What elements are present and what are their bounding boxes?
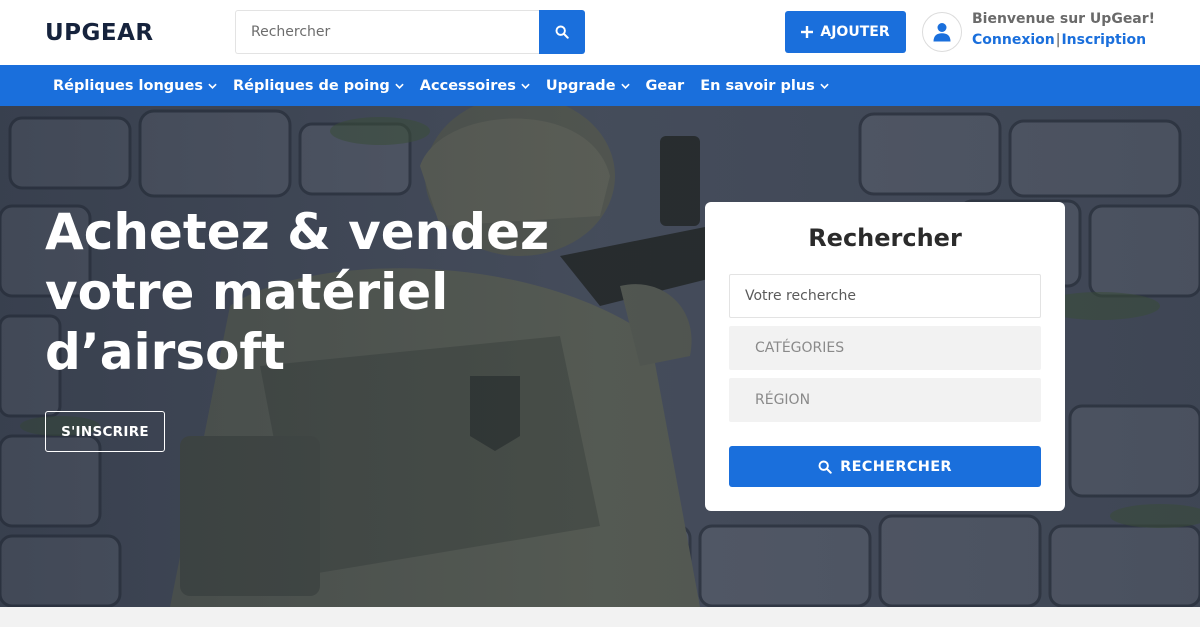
hero-title-line-2: votre matériel xyxy=(45,263,449,321)
nav-item-accessoires[interactable]: Accessoires xyxy=(420,78,530,94)
hero-title-line-3: d’airsoft xyxy=(45,323,286,381)
add-listing-label: AJOUTER xyxy=(820,24,890,40)
category-select-label: CATÉGORIES xyxy=(755,340,845,356)
nav-item-label: Répliques de poing xyxy=(232,77,390,94)
user-avatar[interactable] xyxy=(922,12,962,52)
chevron-down-icon xyxy=(521,83,530,89)
nav-item-repliques-de-poing[interactable]: Répliques de poing xyxy=(233,78,404,94)
search-icon xyxy=(818,460,832,474)
logo-text: UPGEAR xyxy=(45,20,154,46)
nav-item-label: Accessoires xyxy=(419,77,516,94)
auth-links: Connexion | Inscription xyxy=(972,32,1146,48)
nav-item-label: En savoir plus xyxy=(700,77,815,94)
user-icon xyxy=(933,23,951,42)
chevron-down-icon xyxy=(620,83,630,89)
nav-item-label: Répliques longues xyxy=(53,77,203,94)
nav-item-gear[interactable]: Gear xyxy=(646,78,685,94)
hero-title: Achetez & vendez votre matériel d’airsof… xyxy=(45,202,645,382)
category-select[interactable]: CATÉGORIES xyxy=(729,326,1041,370)
chevron-down-icon xyxy=(820,83,829,89)
main-nav: Répliques longues Répliques de poing Acc… xyxy=(0,65,1200,106)
hero-section: Achetez & vendez votre matériel d’airsof… xyxy=(0,106,1200,607)
plus-icon xyxy=(801,26,814,38)
chevron-down-icon xyxy=(395,83,404,89)
welcome-text: Bienvenue sur UpGear! xyxy=(972,11,1156,27)
nav-item-en-savoir-plus[interactable]: En savoir plus xyxy=(700,78,829,94)
header-search xyxy=(235,10,585,54)
search-submit-label: RECHERCHER xyxy=(840,458,952,475)
search-submit-button[interactable]: RECHERCHER xyxy=(729,446,1041,487)
search-icon xyxy=(555,25,569,39)
region-select-label: RÉGION xyxy=(755,392,811,408)
auth-separator: | xyxy=(1055,32,1061,48)
header-search-input[interactable] xyxy=(235,10,539,54)
nav-item-label: Upgrade xyxy=(545,77,616,94)
nav-item-repliques-longues[interactable]: Répliques longues xyxy=(53,78,217,94)
site-logo[interactable]: UPGEAR xyxy=(45,20,154,46)
chevron-down-icon xyxy=(208,83,217,89)
region-select[interactable]: RÉGION xyxy=(729,378,1041,422)
site-header: UPGEAR AJOUTER Bienvenue sur UpGear! Con… xyxy=(0,0,1200,65)
hero-signup-button[interactable]: S'INSCRIRE xyxy=(45,411,165,452)
hero-title-line-1: Achetez & vendez xyxy=(45,203,550,261)
header-search-button[interactable] xyxy=(539,10,585,54)
login-link[interactable]: Connexion xyxy=(972,32,1055,48)
search-card-title: Rechercher xyxy=(808,224,962,252)
nav-item-label: Gear xyxy=(645,77,685,94)
search-query-input[interactable] xyxy=(729,274,1041,318)
nav-item-upgrade[interactable]: Upgrade xyxy=(546,78,630,94)
search-card: Rechercher CATÉGORIES RÉGION RECHERCHER xyxy=(705,202,1065,511)
signup-link[interactable]: Inscription xyxy=(1061,32,1146,48)
add-listing-button[interactable]: AJOUTER xyxy=(785,11,906,53)
